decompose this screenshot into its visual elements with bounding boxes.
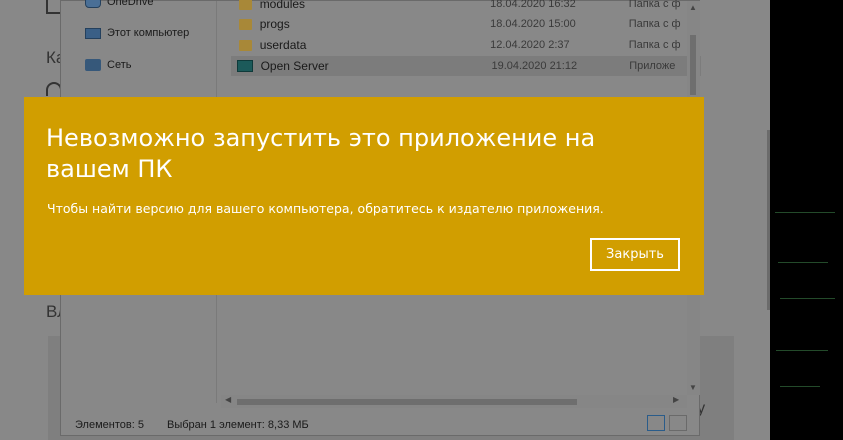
cloud-icon [85, 0, 101, 8]
vertical-scroll-thumb[interactable] [690, 35, 696, 95]
status-bar: Элементов: 5 Выбран 1 элемент: 8,33 МБ [61, 415, 701, 435]
scroll-right-icon[interactable]: ▶ [673, 395, 679, 404]
file-row-progs[interactable]: progs 18.04.2020 15:00 Папка с ф [231, 14, 701, 34]
scroll-up-icon[interactable]: ▲ [689, 3, 697, 12]
nav-item-label: OneDrive [107, 0, 154, 8]
background-terminal-area [770, 0, 843, 440]
file-name: userdata [259, 38, 307, 52]
status-selection: Выбран 1 элемент: 8,33 МБ [167, 419, 309, 431]
status-item-count: Элементов: 5 [75, 419, 144, 431]
folder-icon [239, 18, 252, 30]
tiles-view-icon[interactable] [669, 415, 687, 431]
file-row-userdata[interactable]: userdata 12.04.2020 2:37 Папка с ф [231, 35, 701, 55]
folder-icon [239, 0, 252, 10]
nav-item-network[interactable]: Сеть [85, 56, 131, 74]
nav-item-this-pc[interactable]: Этот компьютер [85, 24, 189, 42]
computer-icon [85, 27, 101, 39]
close-button[interactable]: Закрыть [590, 238, 680, 271]
horizontal-scroll-thumb[interactable] [237, 399, 577, 405]
application-icon [237, 60, 253, 72]
file-date: 19.04.2020 21:12 [491, 60, 578, 72]
file-row-open-server[interactable]: Open Server 19.04.2020 21:12 Приложе [231, 56, 701, 76]
details-view-icon[interactable] [647, 415, 665, 431]
terminal-line [780, 298, 835, 299]
file-name: Open Server [260, 59, 329, 73]
file-name: progs [259, 17, 290, 31]
file-date: 18.04.2020 15:00 [490, 18, 576, 30]
file-row-modules[interactable]: modules 18.04.2020 16:32 Папка с ф [231, 0, 701, 14]
nav-item-label: Этот компьютер [107, 27, 190, 39]
dialog-message: Чтобы найти версию для вашего компьютера… [47, 201, 604, 216]
terminal-line [778, 262, 828, 263]
network-icon [85, 59, 101, 71]
file-date: 18.04.2020 16:32 [490, 0, 576, 10]
file-name: modules [259, 0, 306, 11]
background-scrollbar [767, 130, 770, 310]
app-cannot-run-dialog: Невозможно запустить это приложение на в… [24, 97, 704, 295]
horizontal-scrollbar[interactable]: ◀ ▶ [221, 395, 687, 408]
terminal-line [780, 386, 820, 387]
nav-item-onedrive[interactable]: OneDrive [85, 0, 153, 11]
scroll-left-icon[interactable]: ◀ [225, 395, 231, 404]
folder-icon [239, 39, 252, 51]
nav-item-label: Сеть [107, 59, 132, 71]
terminal-line [776, 350, 828, 351]
dialog-title: Невозможно запустить это приложение на в… [46, 124, 596, 183]
terminal-line [775, 212, 835, 213]
file-date: 12.04.2020 2:37 [490, 39, 570, 51]
scroll-down-icon[interactable]: ▼ [689, 383, 697, 392]
